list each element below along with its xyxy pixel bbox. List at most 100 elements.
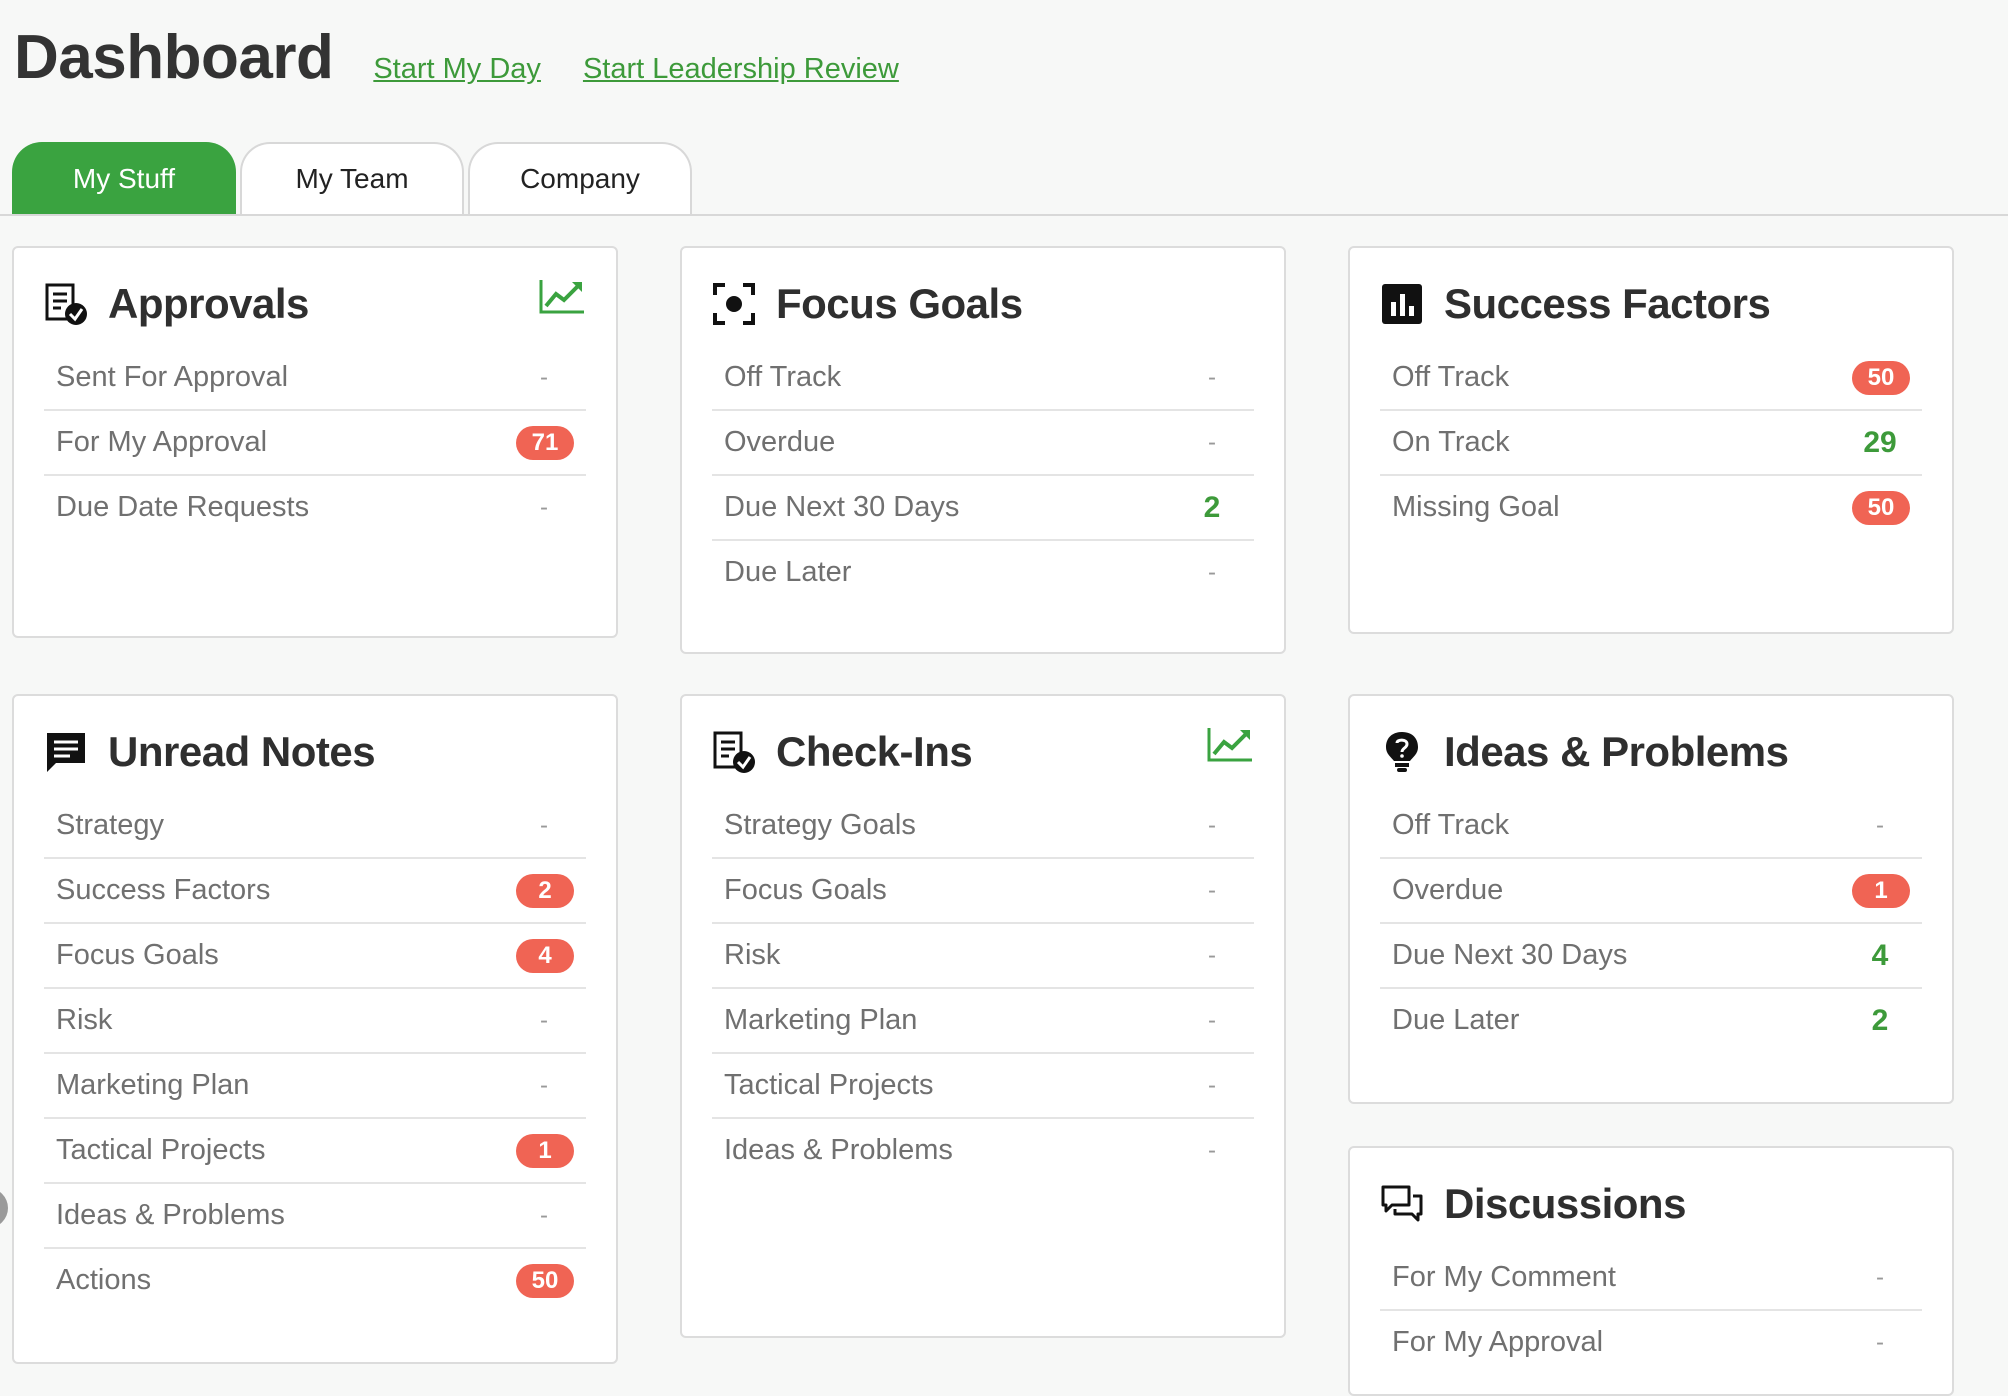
- row-value: -: [540, 811, 548, 839]
- tab-my-stuff[interactable]: My Stuff: [12, 142, 236, 214]
- list-item[interactable]: Marketing Plan -: [44, 1054, 586, 1119]
- page-title: Dashboard: [14, 23, 334, 92]
- list-item[interactable]: Due Later 2: [1380, 989, 1922, 1052]
- row-label: Ideas & Problems: [724, 1134, 953, 1166]
- list-item[interactable]: Due Date Requests -: [44, 476, 586, 539]
- tab-my-team[interactable]: My Team: [240, 142, 464, 214]
- unread-notes-card: Unread Notes Strategy - Success Factors 2 …: [12, 694, 618, 1364]
- trend-chart-icon[interactable]: [1206, 724, 1254, 764]
- approvals-card: Approvals Sent For Approval - For My Appr…: [12, 246, 618, 638]
- success-factors-card: Success Factors Off Track 50 On Track 29 M…: [1348, 246, 1954, 634]
- row-label: Due Date Requests: [56, 491, 310, 523]
- row-value: -: [540, 363, 548, 391]
- count-badge: 4: [516, 938, 574, 973]
- list-item[interactable]: Success Factors 2: [44, 859, 586, 924]
- row-label: Off Track: [1392, 361, 1510, 393]
- count-value: 29: [1863, 425, 1897, 459]
- card-header: Focus Goals: [712, 276, 1254, 332]
- row-label: Due Next 30 Days: [724, 491, 960, 523]
- list-item[interactable]: Due Later -: [712, 541, 1254, 604]
- list-item[interactable]: For My Comment -: [1380, 1246, 1922, 1311]
- document-check-icon: [44, 282, 88, 326]
- list-item[interactable]: Tactical Projects -: [712, 1054, 1254, 1119]
- row-label: Ideas & Problems: [56, 1199, 285, 1231]
- row-list: Strategy - Success Factors 2 Focus Goals 4 …: [44, 794, 586, 1312]
- list-item[interactable]: For My Approval -: [1380, 1311, 1922, 1374]
- row-label: On Track: [1392, 426, 1510, 458]
- list-item[interactable]: Due Next 30 Days 4: [1380, 924, 1922, 989]
- row-list: Sent For Approval - For My Approval 71 Due…: [44, 346, 586, 539]
- discussions-card: Discussions For My Comment - For My Appro…: [1348, 1146, 1954, 1396]
- row-label: Tactical Projects: [724, 1069, 934, 1101]
- card-title: Success Factors: [1444, 280, 1771, 327]
- side-panel-handle[interactable]: [0, 1188, 8, 1228]
- card-title: Unread Notes: [108, 728, 376, 775]
- list-item[interactable]: Strategy -: [44, 794, 586, 859]
- row-label: Sent For Approval: [56, 361, 289, 393]
- card-header: Success Factors: [1380, 276, 1922, 332]
- question-bulb-icon: [1380, 730, 1424, 774]
- list-item[interactable]: Off Track -: [1380, 794, 1922, 859]
- list-item[interactable]: Strategy Goals -: [712, 794, 1254, 859]
- list-item[interactable]: Overdue -: [712, 411, 1254, 476]
- row-label: Marketing Plan: [56, 1069, 250, 1101]
- card-header: Check-Ins: [712, 724, 1254, 780]
- list-item[interactable]: Focus Goals -: [712, 859, 1254, 924]
- list-item[interactable]: Off Track -: [712, 346, 1254, 411]
- count-badge: 50: [516, 1263, 574, 1298]
- list-item[interactable]: On Track 29: [1380, 411, 1922, 476]
- list-item[interactable]: Risk -: [712, 924, 1254, 989]
- row-label: Off Track: [1392, 809, 1510, 841]
- list-item[interactable]: Off Track 50: [1380, 346, 1922, 411]
- list-item[interactable]: Focus Goals 4: [44, 924, 586, 989]
- start-my-day-link[interactable]: Start My Day: [373, 53, 541, 86]
- count-badge: 2: [516, 873, 574, 908]
- card-title: Ideas & Problems: [1444, 728, 1789, 775]
- row-value: -: [1208, 811, 1216, 839]
- list-item[interactable]: Risk -: [44, 989, 586, 1054]
- card-header: Discussions: [1380, 1176, 1922, 1232]
- row-value: -: [1876, 1263, 1884, 1291]
- row-list: Off Track - Overdue 1 Due Next 30 Days 4 Du…: [1380, 794, 1922, 1052]
- count-value: 2: [1871, 1003, 1889, 1037]
- row-label: Strategy Goals: [724, 809, 916, 841]
- count-badge: 50: [1852, 490, 1910, 525]
- start-leadership-review-link[interactable]: Start Leadership Review: [583, 53, 899, 86]
- row-list: Strategy Goals - Focus Goals - Risk - Marke…: [712, 794, 1254, 1182]
- list-item[interactable]: Actions 50: [44, 1249, 586, 1312]
- row-label: Overdue: [1392, 874, 1504, 906]
- list-item[interactable]: For My Approval 71: [44, 411, 586, 476]
- row-value: -: [1208, 1006, 1216, 1034]
- row-value: -: [540, 1006, 548, 1034]
- list-item[interactable]: Missing Goal 50: [1380, 476, 1922, 539]
- ideas-problems-card: Ideas & Problems Off Track - Overdue 1 Due…: [1348, 694, 1954, 1104]
- list-item[interactable]: Ideas & Problems -: [44, 1184, 586, 1249]
- trend-chart-icon[interactable]: [538, 276, 586, 316]
- row-label: For My Comment: [1392, 1261, 1616, 1293]
- count-value: 2: [1203, 490, 1221, 524]
- row-label: Tactical Projects: [56, 1134, 266, 1166]
- row-list: Off Track 50 On Track 29 Missing Goal 50: [1380, 346, 1922, 539]
- count-badge: 1: [516, 1133, 574, 1168]
- list-item[interactable]: Ideas & Problems -: [712, 1119, 1254, 1182]
- row-list: Off Track - Overdue - Due Next 30 Days 2 Du…: [712, 346, 1254, 604]
- card-header: Ideas & Problems: [1380, 724, 1922, 780]
- count-badge: 50: [1852, 360, 1910, 395]
- document-check-icon: [712, 730, 756, 774]
- list-item[interactable]: Overdue 1: [1380, 859, 1922, 924]
- row-label: Marketing Plan: [724, 1004, 918, 1036]
- list-item[interactable]: Due Next 30 Days 2: [712, 476, 1254, 541]
- tab-company[interactable]: Company: [468, 142, 692, 214]
- row-label: Focus Goals: [724, 874, 887, 906]
- focus-target-icon: [712, 282, 756, 326]
- count-badge: 71: [516, 425, 574, 460]
- list-item[interactable]: Tactical Projects 1: [44, 1119, 586, 1184]
- row-value: -: [540, 1071, 548, 1099]
- row-label: Overdue: [724, 426, 836, 458]
- list-item[interactable]: Marketing Plan -: [712, 989, 1254, 1054]
- list-item[interactable]: Sent For Approval -: [44, 346, 586, 411]
- row-value: -: [1208, 941, 1216, 969]
- row-label: Due Later: [1392, 1004, 1520, 1036]
- row-value: -: [1208, 428, 1216, 456]
- row-label: Off Track: [724, 361, 842, 393]
